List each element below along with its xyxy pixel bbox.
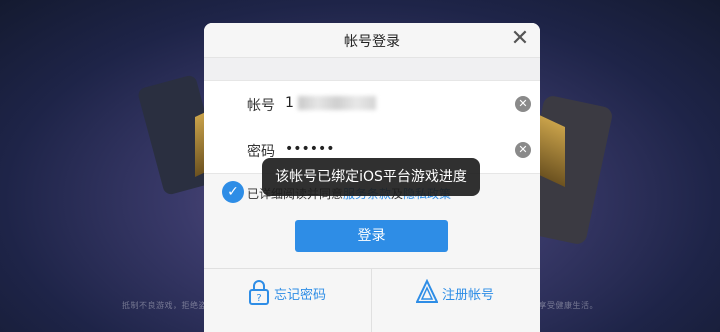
- toast-message: 该帐号已绑定iOS平台游戏进度: [262, 158, 480, 196]
- bottom-bar: ? 忘记密码 注册帐号: [204, 268, 540, 332]
- clear-password-icon[interactable]: ✕: [515, 142, 531, 158]
- account-row: 帐号 1 ✕: [204, 80, 540, 128]
- register-account-label: 注册帐号: [442, 288, 495, 303]
- svg-text:?: ?: [256, 293, 261, 304]
- triangle-logo-icon: [416, 279, 438, 303]
- lock-question-icon: ?: [249, 280, 269, 305]
- password-input[interactable]: ••••••: [285, 141, 335, 157]
- close-icon[interactable]: ✕: [508, 27, 532, 51]
- account-input[interactable]: 1: [285, 95, 294, 111]
- bottom-divider: [371, 269, 372, 332]
- clear-account-icon[interactable]: ✕: [515, 96, 531, 112]
- dialog-title: 帐号登录: [344, 34, 400, 50]
- header-spacer: [204, 58, 540, 80]
- forgot-password-label: 忘记密码: [274, 288, 327, 303]
- account-label: 帐号: [247, 98, 275, 114]
- login-button[interactable]: 登录: [295, 220, 448, 252]
- dialog-header: 帐号登录 ✕: [204, 23, 540, 58]
- checkmark-icon[interactable]: ✓: [222, 181, 244, 203]
- account-redaction: [298, 96, 376, 110]
